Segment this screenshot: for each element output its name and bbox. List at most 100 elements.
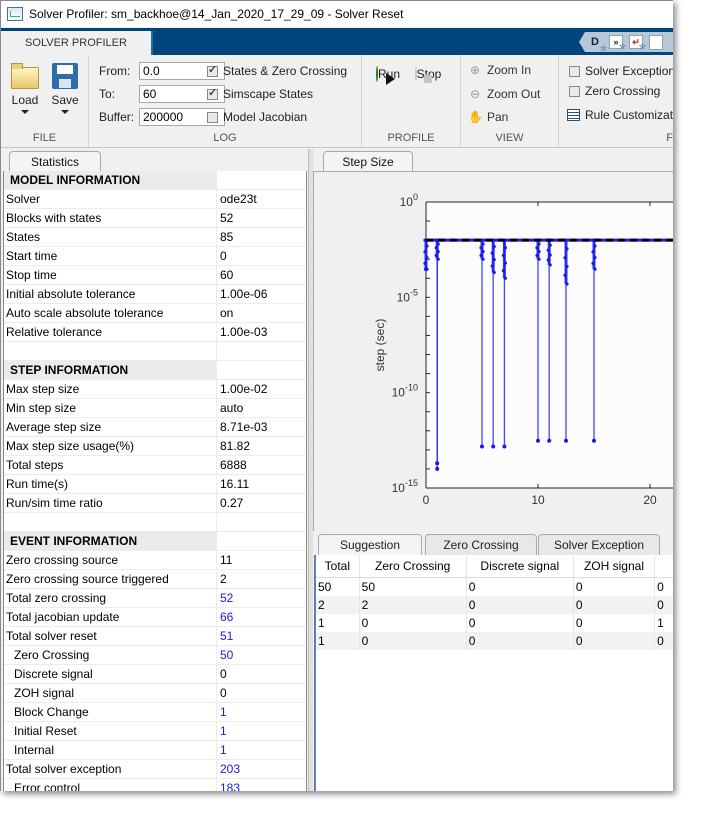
table-cell: 0 [574, 614, 656, 632]
statistic-value: on [220, 306, 234, 320]
reset-point [480, 444, 484, 449]
statistics-row: Discrete signal 0 [4, 665, 306, 684]
arrow-icon[interactable]: ↵ ☆ [629, 35, 646, 51]
file-group-label: FILE [32, 132, 57, 144]
statistics-panel: Statistics MODEL INFORMATION Solver ode23t… [1, 149, 308, 791]
solver-exception-checkbox[interactable]: Solver Exception [569, 64, 673, 78]
table-cell: 0 [655, 632, 673, 650]
profile-group-label: PROFILE [387, 132, 435, 144]
statistic-value: 6888 [220, 458, 247, 472]
table-row[interactable]: 50 50 0 0 0 [316, 578, 673, 596]
statistic-value-link[interactable]: 183 [217, 779, 240, 791]
model-jacobian-checkbox[interactable]: Model Jacobian [207, 110, 307, 124]
rule-customization-label: Rule Customizat [585, 108, 673, 122]
y-tick-base: 10 [392, 481, 406, 495]
zoom-out-button[interactable]: ⊖ Zoom Out [468, 87, 540, 101]
statistic-value-link[interactable]: 1 [217, 722, 227, 740]
tab-statistics[interactable]: Statistics [9, 151, 101, 172]
statistics-row: Run/sim time ratio 0.27 [4, 494, 306, 513]
checkbox-checked-icon [207, 63, 218, 77]
zoom-in-button[interactable]: ⊕ Zoom In [468, 63, 531, 77]
statistic-value-link[interactable]: 66 [217, 608, 233, 626]
statistic-value: 8.71e-03 [220, 420, 268, 434]
table-cell: 0 [467, 578, 574, 596]
statistic-name: Max step size [4, 380, 217, 398]
document-icon[interactable] [649, 34, 663, 50]
statistics-row: Zero crossing source triggered 2 [4, 570, 306, 589]
column-header[interactable]: Discrete signal [467, 555, 574, 577]
load-button[interactable]: Load [5, 63, 45, 114]
statistic-value-link[interactable]: 50 [217, 646, 233, 664]
statistic-value: 0 [220, 686, 227, 700]
reset-point [564, 438, 568, 443]
checkbox-checked-icon [207, 86, 218, 100]
statistic-value-link[interactable]: 51 [217, 627, 233, 645]
column-header[interactable]: Total [316, 555, 360, 577]
statistic-value: 52 [220, 211, 234, 225]
stop-button[interactable]: Stop [408, 66, 448, 82]
solver-reset-table: Total Zero Crossing Discrete signal ZOH sig… [314, 555, 673, 791]
column-header[interactable] [655, 555, 673, 577]
statistic-name: Initial absolute tolerance [4, 285, 217, 303]
statistic-value-link[interactable]: 1 [217, 741, 227, 759]
statistic-name: Initial Reset [4, 722, 217, 740]
zero-crossing-checkbox[interactable]: Zero Crossing [569, 84, 660, 98]
view-group-label: VIEW [495, 132, 524, 144]
tab-step-size[interactable]: Step Size [323, 151, 413, 172]
save-button[interactable]: Save [45, 63, 85, 114]
statistic-value-link[interactable]: 52 [217, 589, 233, 607]
states-zero-crossing-checkbox[interactable]: States & Zero Crossing [207, 63, 347, 78]
column-header[interactable]: Zero Crossing [360, 555, 467, 577]
table-cell: 50 [360, 578, 467, 596]
save-icon [52, 63, 78, 89]
column-header[interactable]: ZOH signal [574, 555, 656, 577]
app-icon [7, 7, 23, 21]
table-row[interactable]: 22000 [316, 596, 673, 614]
tab-suggestion[interactable]: Suggestion [318, 534, 422, 555]
checkbox-label: Simscape States [223, 87, 314, 101]
y-tick-exponent: -5 [410, 287, 418, 297]
statistic-value-link[interactable]: 203 [217, 760, 240, 778]
rule-customization-button[interactable]: Rule Customizat [567, 108, 673, 122]
tab-solver-exception[interactable]: Solver Exception [538, 534, 660, 555]
statistic-value: 0.27 [220, 496, 244, 510]
dock-icon[interactable]: D ☆ [587, 34, 607, 52]
file-group: Load Save FILE [1, 55, 89, 147]
table-cell: 0 [655, 578, 673, 596]
table-row[interactable]: 10001 [316, 614, 673, 632]
step-size-chart[interactable]: 0 10 2010010-510-1010-15step (sec) [314, 172, 673, 532]
statistics-row: Blocks with states 52 [4, 209, 306, 228]
statistic-value: 1.00e-02 [220, 382, 268, 396]
y-tick-label: 10-5 [397, 287, 418, 304]
table-cell: 1 [655, 614, 673, 632]
reset-point [592, 438, 596, 443]
table-row[interactable]: 10000 [316, 632, 673, 650]
statistics-row: Stop time 60 [4, 266, 306, 285]
statistic-name: Stop time [4, 266, 217, 284]
pan-button[interactable]: ✋ Pan [468, 110, 508, 124]
run-button[interactable]: Run [368, 66, 408, 82]
statistics-row: Total zero crossing 52 [4, 589, 306, 608]
statistic-value [217, 361, 220, 379]
quick-access-toolbar: D ☆ » ☆ ↵ ☆ [579, 32, 673, 52]
simscape-states-checkbox[interactable]: Simscape States [207, 86, 314, 101]
statistic-name: Zero crossing source triggered [4, 570, 217, 588]
reset-point [424, 267, 428, 272]
table-cell: 2 [360, 596, 467, 614]
tab-zero-crossing[interactable]: Zero Crossing [425, 534, 537, 555]
statistic-value-link[interactable]: 1 [217, 703, 227, 721]
statistics-row: Block Change 1 [4, 703, 306, 722]
statistic-value: 1.00e-03 [220, 325, 268, 339]
table-cell: 1 [316, 632, 360, 650]
y-tick-base: 10 [397, 290, 411, 304]
expand-icon[interactable]: » ☆ [609, 35, 626, 51]
folder-icon [11, 63, 39, 89]
statistic-value: 85 [220, 230, 234, 244]
section-header-row: EVENT INFORMATION [4, 532, 306, 551]
from-label: From: [99, 64, 131, 78]
checkbox-unchecked-icon [207, 111, 218, 123]
statistic-value: 0 [220, 249, 227, 263]
section-header-row: MODEL INFORMATION [4, 171, 306, 190]
tab-solver-profiler[interactable]: SOLVER PROFILER [1, 31, 153, 55]
title-bar: Solver Profiler: sm_backhoe@14_Jan_2020_… [1, 1, 673, 27]
